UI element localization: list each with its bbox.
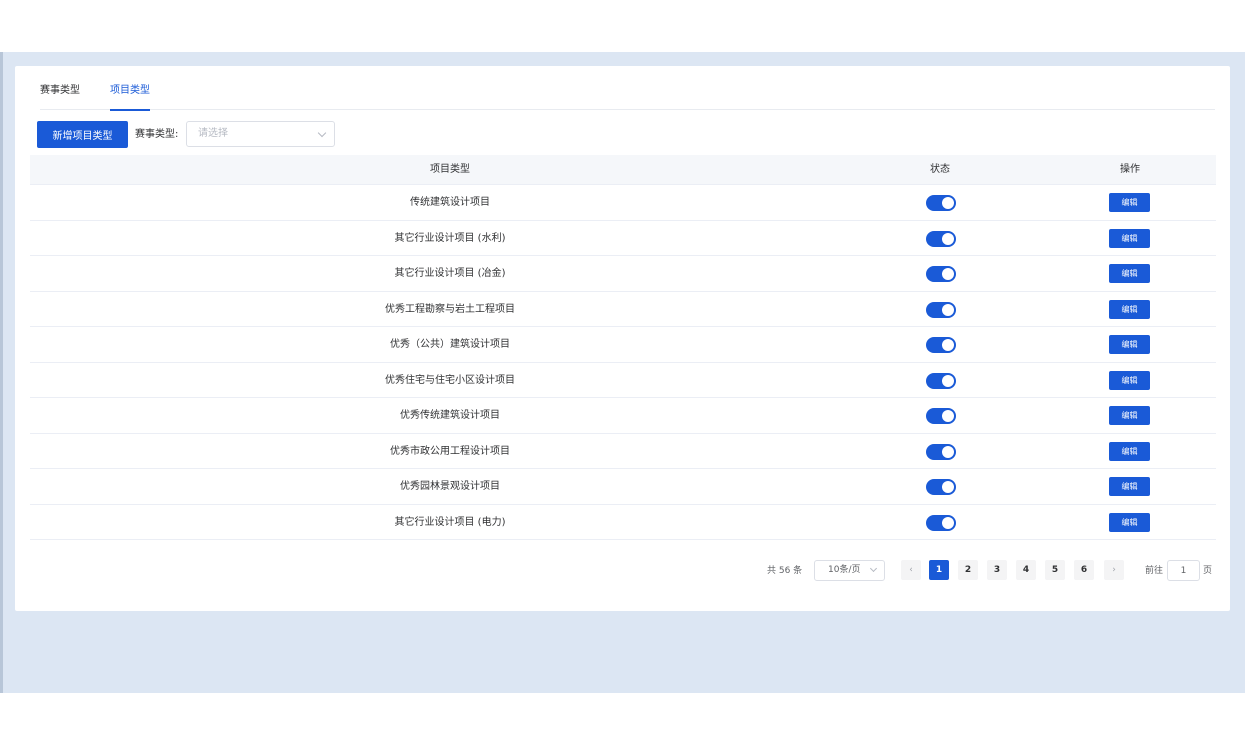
status-toggle[interactable] [926, 479, 956, 495]
goto-suffix: 页 [1203, 566, 1213, 576]
toggle-knob [942, 445, 954, 458]
next-page-button[interactable]: › [1104, 560, 1124, 580]
prev-page-button[interactable]: ‹ [901, 560, 921, 580]
status-toggle[interactable] [926, 337, 956, 353]
toolbar: 新增项目类型 赛事类型: 请选择 [37, 121, 637, 148]
toggle-knob [942, 374, 954, 387]
table-row: 优秀住宅与住宅小区设计项目 编辑 [30, 363, 1216, 398]
status-toggle[interactable] [926, 408, 956, 424]
project-type-name: 优秀传统建筑设计项目 [400, 410, 500, 421]
toggle-knob [942, 410, 954, 422]
edit-button[interactable]: 编辑 [1109, 441, 1150, 461]
chevron-down-icon [317, 128, 327, 138]
status-toggle[interactable] [926, 230, 956, 247]
event-type-select[interactable]: 请选择 [186, 121, 335, 147]
tab-project-type[interactable]: 项目类型 [110, 66, 150, 111]
status-toggle[interactable] [926, 514, 956, 531]
edit-button[interactable]: 编辑 [1109, 264, 1150, 283]
table-row: 优秀工程勘察与岩土工程项目 编辑 [30, 292, 1216, 327]
table-row: 优秀园林景观设计项目 编辑 [30, 469, 1216, 505]
edit-button[interactable]: 编辑 [1109, 477, 1150, 496]
edit-button[interactable]: 编辑 [1109, 193, 1150, 212]
goto-label: 前往 [1145, 566, 1164, 576]
toggle-knob [942, 232, 954, 245]
table-body: 传统建筑设计项目 编辑 其它行业设计项目 (水利) 编辑 其它行业设计项目 (冶金) 编辑… [30, 185, 1216, 540]
project-type-table: 项目类型 状态 操作 传统建筑设计项目 编辑 其它行业设计项目 (水利) 编辑 其它行业… [30, 155, 1216, 540]
table-row: 其它行业设计项目 (冶金) 编辑 [30, 256, 1216, 292]
event-type-select-placeholder: 请选择 [198, 128, 228, 139]
edit-button[interactable]: 编辑 [1109, 228, 1150, 248]
left-edge-border [0, 52, 3, 693]
page-size-value: 10条/页 [828, 565, 861, 575]
project-type-name: 传统建筑设计项目 [410, 197, 490, 208]
project-type-name: 优秀（公共）建筑设计项目 [390, 339, 510, 350]
page-button-2[interactable]: 2 [958, 560, 978, 580]
project-type-name: 优秀工程勘察与岩土工程项目 [385, 303, 515, 315]
main-card: 赛事类型 项目类型 新增项目类型 赛事类型: 请选择 项目类型 状态 操作 传统… [15, 66, 1230, 611]
edit-button[interactable]: 编辑 [1109, 335, 1150, 354]
pagination-total: 共 56 条 [767, 566, 803, 576]
project-type-name: 其它行业设计项目 (冶金) [394, 268, 506, 279]
toggle-knob [942, 197, 954, 209]
table-header: 项目类型 状态 操作 [30, 155, 1216, 185]
page-button-1[interactable]: 1 [929, 560, 949, 580]
tab-bar: 赛事类型 项目类型 [40, 66, 1215, 111]
toggle-knob [942, 303, 954, 316]
page-button-4[interactable]: 4 [1016, 560, 1036, 580]
project-type-name: 优秀园林景观设计项目 [400, 481, 500, 492]
page-button-6[interactable]: 6 [1074, 560, 1094, 580]
page-size-select[interactable]: 10条/页 [814, 560, 885, 581]
header-status: 状态 [930, 164, 950, 175]
toggle-knob [942, 481, 954, 493]
project-type-name: 其它行业设计项目 (电力) [394, 516, 506, 528]
page-button-3[interactable]: 3 [987, 560, 1007, 580]
table-row: 其它行业设计项目 (水利) 编辑 [30, 221, 1216, 256]
goto-page-input[interactable] [1167, 560, 1200, 581]
table-row: 优秀（公共）建筑设计项目 编辑 [30, 327, 1216, 363]
pagination: 共 56 条 10条/页 ‹ 123456 › 前往 页 [15, 560, 1230, 582]
header-project-type: 项目类型 [430, 164, 470, 175]
project-type-name: 其它行业设计项目 (水利) [394, 232, 506, 244]
edit-button[interactable]: 编辑 [1109, 512, 1150, 532]
edit-button[interactable]: 编辑 [1109, 299, 1150, 319]
chevron-down-icon [869, 564, 878, 573]
toggle-knob [942, 339, 954, 351]
table-row: 优秀市政公用工程设计项目 编辑 [30, 434, 1216, 469]
toggle-knob [942, 516, 954, 529]
add-project-type-button[interactable]: 新增项目类型 [37, 121, 128, 148]
status-toggle[interactable] [926, 266, 956, 282]
header-operation: 操作 [1120, 164, 1140, 175]
page-button-5[interactable]: 5 [1045, 560, 1065, 580]
toggle-knob [942, 268, 954, 280]
project-type-name: 优秀住宅与住宅小区设计项目 [385, 374, 515, 386]
table-row: 其它行业设计项目 (电力) 编辑 [30, 505, 1216, 540]
status-toggle[interactable] [926, 443, 956, 460]
edit-button[interactable]: 编辑 [1109, 370, 1150, 390]
edit-button[interactable]: 编辑 [1109, 406, 1150, 425]
table-row: 优秀传统建筑设计项目 编辑 [30, 398, 1216, 434]
project-type-name: 优秀市政公用工程设计项目 [390, 445, 510, 457]
event-type-filter-label: 赛事类型: [135, 129, 179, 140]
table-row: 传统建筑设计项目 编辑 [30, 185, 1216, 221]
status-toggle[interactable] [926, 301, 956, 318]
tab-event-type[interactable]: 赛事类型 [40, 66, 80, 110]
status-toggle[interactable] [926, 372, 956, 389]
status-toggle[interactable] [926, 195, 956, 211]
